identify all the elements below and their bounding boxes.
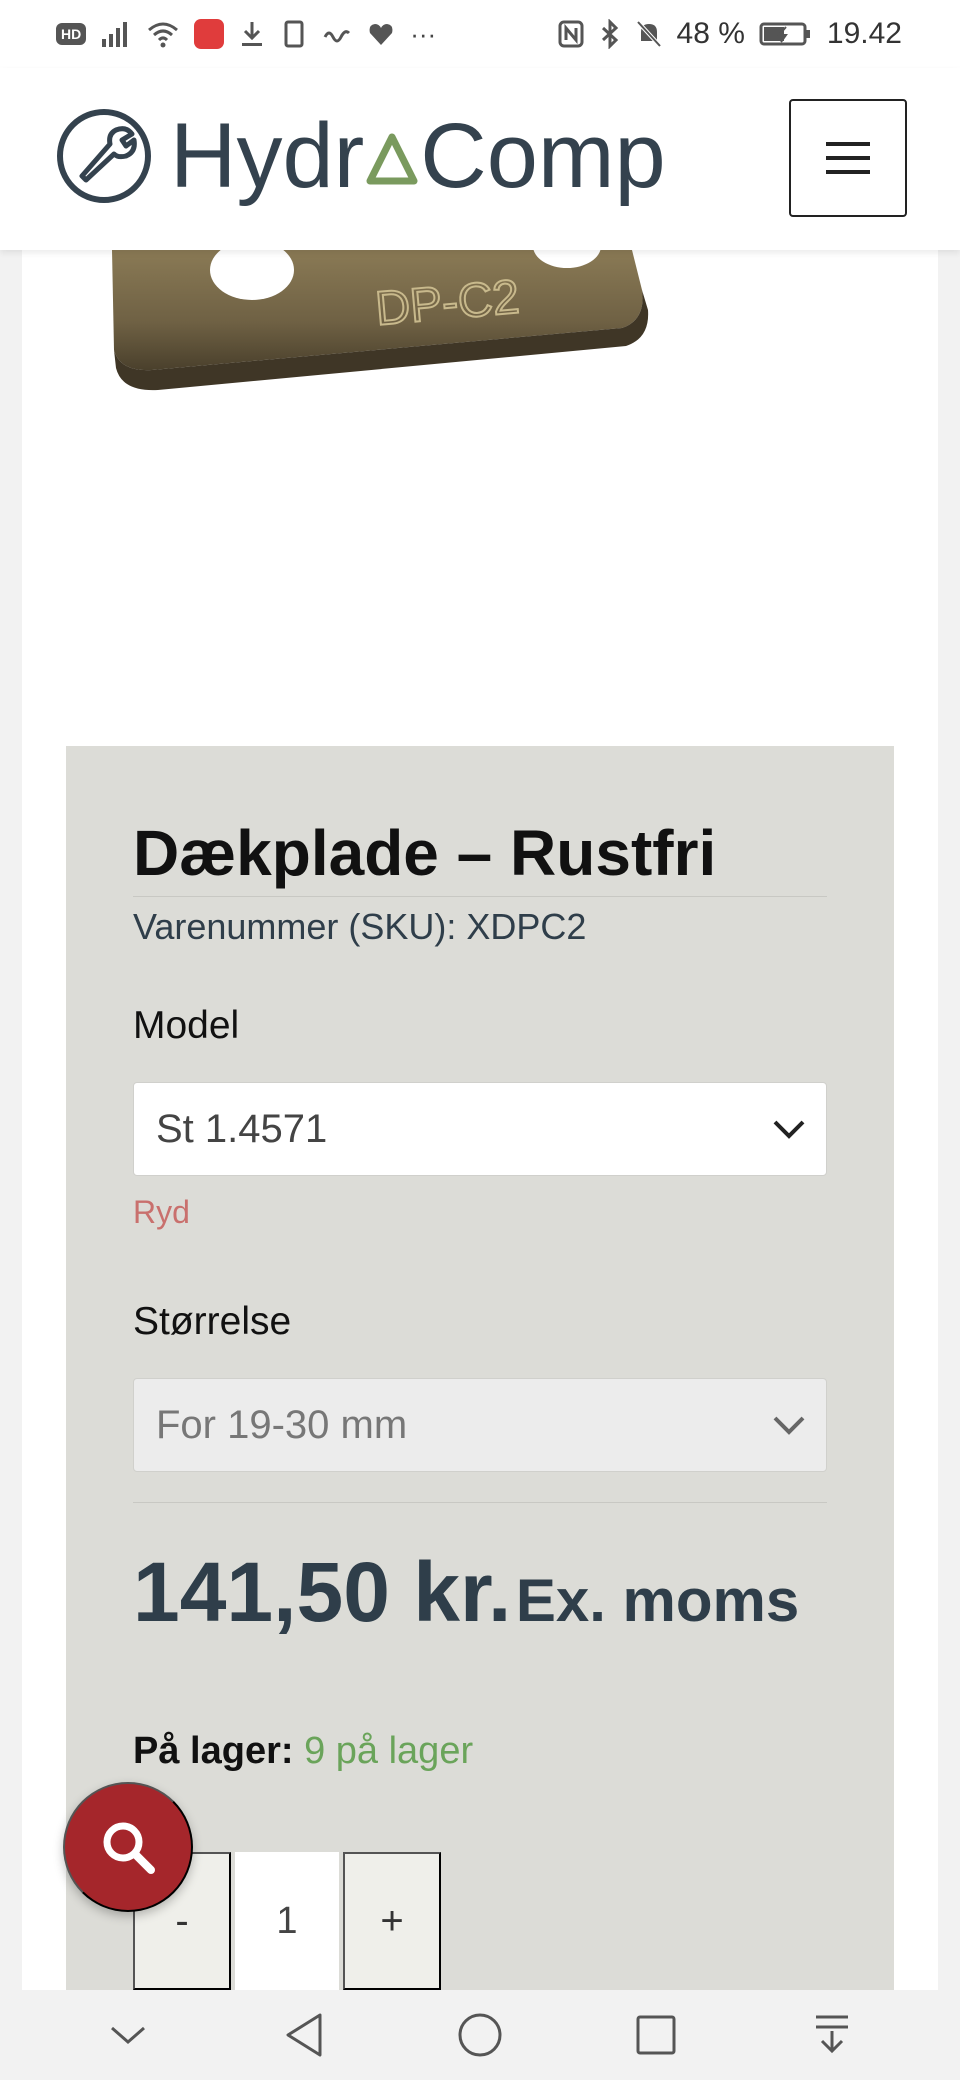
chevron-down-icon <box>773 1120 805 1139</box>
product-image[interactable]: DP-C2 <box>22 250 938 450</box>
product-sku: Varenummer (SKU): XDPC2 <box>133 906 587 947</box>
hamburger-icon <box>826 142 870 174</box>
search-button[interactable] <box>63 1782 193 1912</box>
mute-bell-icon <box>636 20 662 48</box>
nav-back-button[interactable] <box>264 1995 344 2075</box>
logo-triangle-icon <box>366 133 418 185</box>
quantity-increase-button[interactable]: + <box>343 1852 441 1990</box>
hydracomp-logo-icon[interactable] <box>56 108 152 204</box>
download-icon <box>242 22 263 46</box>
stock-value: 9 på lager <box>304 1730 474 1772</box>
nav-home-button[interactable] <box>440 1995 520 2075</box>
quantity-input[interactable]: 1 <box>235 1852 339 1990</box>
app-notification-icon <box>194 19 225 49</box>
nfc-icon <box>558 20 584 48</box>
nav-recents-button[interactable] <box>616 1995 696 2075</box>
hd-badge: HD <box>56 23 87 45</box>
nav-collapse-button[interactable] <box>88 1995 168 2075</box>
battery-percent: 48 % <box>676 17 745 50</box>
clear-selection-link[interactable]: Ryd <box>133 1194 190 1231</box>
device-icon <box>284 20 304 48</box>
nav-notifications-button[interactable] <box>792 1995 872 2075</box>
site-header: Hydr Comp <box>0 68 960 250</box>
status-left: HD ··· <box>56 19 436 50</box>
bluetooth-icon <box>601 19 618 49</box>
product-price: 141,50 kr. Ex. moms <box>133 1546 827 1663</box>
battery-charging-icon <box>759 22 810 46</box>
back-triangle-icon <box>286 2013 322 2057</box>
clock: 19.42 <box>826 17 902 50</box>
status-right: 48 % 19.42 <box>557 17 902 51</box>
logo-text-part2: Comp <box>420 105 666 207</box>
stock-label: På lager: <box>133 1730 294 1772</box>
health-icon <box>369 24 393 45</box>
signal-wave-icon <box>323 30 351 43</box>
home-circle-icon <box>458 2013 502 2057</box>
hydracomp-logo[interactable]: Hydr Comp <box>170 106 666 206</box>
stock-status: På lager: 9 på lager <box>133 1730 473 1773</box>
price-amount: 141,50 kr. <box>133 1545 512 1639</box>
product-photo: DP-C2 <box>112 250 649 391</box>
price-suffix: Ex. moms <box>515 1567 800 1634</box>
size-select[interactable]: For 19-30 mm <box>133 1378 827 1472</box>
menu-button[interactable] <box>789 99 907 217</box>
divider <box>133 1502 827 1503</box>
page-content: DP-C2 Dækplade – Rustfri Varenummer (SKU… <box>22 250 938 1990</box>
search-icon <box>103 1822 155 1874</box>
logo-text-part1: Hydr <box>170 105 365 207</box>
system-nav-bar <box>0 1990 960 2080</box>
more-notifications-icon: ··· <box>410 18 437 49</box>
model-select[interactable]: St 1.4571 <box>133 1082 827 1176</box>
status-bar: HD ··· 48 % 19.42 <box>0 0 960 68</box>
size-label: Størrelse <box>133 1300 292 1343</box>
divider <box>133 896 827 897</box>
model-label: Model <box>133 1004 240 1047</box>
chevron-down-icon <box>773 1416 805 1435</box>
chevron-down-icon <box>111 2026 145 2044</box>
product-panel: Dækplade – Rustfri Varenummer (SKU): XDP… <box>66 746 894 1990</box>
product-title: Dækplade – Rustfri <box>133 817 717 889</box>
size-selected-value: For 19-30 mm <box>156 1402 408 1447</box>
pull-down-icon <box>816 2015 848 2054</box>
model-selected-value: St 1.4571 <box>156 1106 328 1151</box>
signal-icon <box>102 22 128 47</box>
recents-square-icon <box>636 2015 676 2055</box>
wifi-icon <box>148 22 179 48</box>
